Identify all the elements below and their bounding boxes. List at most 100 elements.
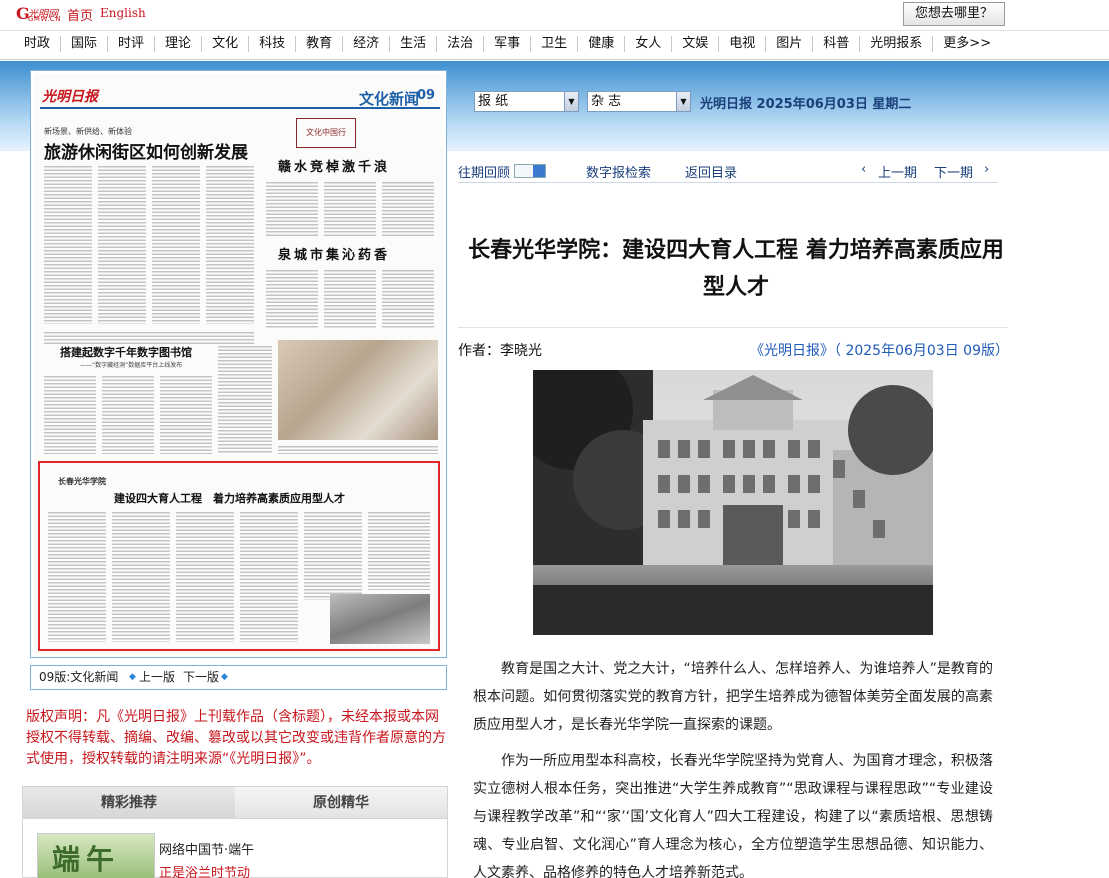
article-photo	[533, 370, 933, 635]
edition-pager: 09版:文化新闻 ◆ 上一版 下一版 ◆	[30, 665, 447, 690]
paper-seal: 文化中国行	[296, 118, 356, 148]
prev-edition-link[interactable]: 上一版	[139, 666, 175, 689]
paper-page-number: 09	[417, 88, 436, 103]
paper-headline-2: 赣水竞棹激千浪	[278, 160, 391, 175]
nav-item[interactable]: 科普	[813, 36, 861, 52]
magazine-select[interactable]: 杂 志 ▼	[587, 91, 691, 112]
paper-text-column	[324, 180, 376, 238]
archive-link[interactable]: 往期回顾	[458, 162, 510, 181]
nav-list: 时政 国际 时评 理论 文化 科技 教育 经济 生活 法治 军事 卫生 健康 女人 文娱 电视 图片 科普 光明报系…	[14, 36, 1001, 52]
next-issue-arrow-icon: ›	[984, 162, 990, 177]
article-source-link[interactable]: 《光明日报》（ 2025年06月03日 09版）	[750, 340, 1009, 360]
paper-caption	[278, 444, 438, 454]
newspaper-page[interactable]: 光明日报 文化新闻 09 新场景、新供给、新体验 旅游休闲街区如何创新发展 文化…	[34, 74, 443, 654]
logo-subtext: GMW.CN	[28, 15, 61, 23]
nav-item[interactable]: 文化	[202, 36, 250, 52]
nav-item[interactable]: 光明报系	[860, 36, 934, 52]
box-photo	[330, 594, 430, 644]
paper-text-column	[240, 510, 298, 642]
prev-issue-link[interactable]: 上一期	[878, 162, 917, 181]
paper-text-column	[382, 268, 434, 328]
paper-text-column	[112, 510, 170, 642]
next-edition-link[interactable]: 下一版	[183, 666, 219, 689]
paper-text-column	[324, 268, 376, 328]
paper-select-value: 报 纸	[478, 94, 509, 109]
recommend-item-subtitle[interactable]: 正是浴兰时节动	[159, 862, 250, 878]
paper-text-column	[382, 180, 434, 238]
paper-text-column	[152, 164, 200, 324]
nav-item[interactable]: 法治	[437, 36, 485, 52]
recommend-item-title[interactable]: 网络中国节·端午	[159, 839, 254, 858]
digital-search-link[interactable]: 数字报检索	[586, 162, 651, 181]
tab-original[interactable]: 原创精华	[235, 787, 447, 819]
paper-rule	[40, 107, 440, 109]
article-paragraph: 作为一所应用型本科高校，长春光华学院坚持为党育人、为国育才理念，积极落实立德树人…	[473, 753, 993, 878]
copyright-notice: 版权声明：凡《光明日报》上刊载作品（含标题），未经本报或本网授权不得转载、摘编、…	[26, 709, 446, 767]
archive-date-picker[interactable]	[514, 164, 546, 178]
nav-item[interactable]: 更多>>	[933, 36, 1001, 52]
prev-edition-icon: ◆	[129, 672, 136, 682]
paper-headline-1: 旅游休闲街区如何创新发展	[44, 143, 248, 163]
campus-building-photo	[533, 370, 933, 635]
paper-text-column	[266, 180, 318, 238]
box-headline: 建设四大育人工程 着力培养高素质应用型人才	[114, 492, 345, 505]
tab-featured[interactable]: 精彩推荐	[23, 787, 235, 819]
paper-text-column	[160, 374, 212, 454]
home-link[interactable]: 首页	[67, 5, 93, 24]
chevron-down-icon: ▼	[564, 92, 578, 111]
nav-item[interactable]: 科技	[249, 36, 297, 52]
english-link[interactable]: English	[100, 6, 146, 20]
nav-item[interactable]: 理论	[155, 36, 203, 52]
thumbnail-text: 端午	[52, 843, 121, 876]
paper-text-column	[44, 330, 254, 344]
paper-text-column	[304, 510, 362, 600]
next-edition-icon: ◆	[221, 672, 228, 682]
paper-text-column	[368, 510, 430, 590]
main-nav: 时政 国际 时评 理论 文化 科技 教育 经济 生活 法治 军事 卫生 健康 女人 文娱 电视 图片 科普 光明报系…	[0, 30, 1109, 60]
paper-text-column	[176, 510, 234, 642]
title-divider	[458, 327, 1008, 328]
paper-text-column	[266, 268, 318, 328]
back-to-index-link[interactable]: 返回目录	[685, 162, 737, 181]
issue-date: 光明日报 2025年06月03日 星期二	[700, 97, 912, 112]
nav-item[interactable]: 时评	[108, 36, 156, 52]
nav-item[interactable]: 时政	[14, 36, 62, 52]
nav-item[interactable]: 文娱	[672, 36, 720, 52]
article-paragraph: 教育是国之大计、党之大计，“培养什么人、怎样培养人、为谁培养人”是教育的根本问题…	[473, 661, 993, 733]
paper-text-column	[98, 164, 146, 324]
chevron-down-icon: ▼	[676, 92, 690, 111]
paper-text-column	[102, 374, 154, 454]
site-logo[interactable]: G 光明网 GMW.CN	[16, 4, 60, 24]
paper-select[interactable]: 报 纸 ▼	[474, 91, 579, 112]
nav-item[interactable]: 经济	[343, 36, 391, 52]
goto-button[interactable]: 您想去哪里？	[903, 2, 1005, 26]
article-body: 教育是国之大计、党之大计，“培养什么人、怎样培养人、为谁培养人”是教育的根本问题…	[473, 655, 993, 878]
newspaper-page-frame: 光明日报 文化新闻 09 新场景、新供给、新体验 旅游休闲街区如何创新发展 文化…	[30, 70, 447, 658]
edition-label: 09版:文化新闻	[39, 670, 119, 684]
magazine-select-value: 杂 志	[591, 94, 622, 109]
article-author: 作者：李晓光	[458, 343, 542, 359]
paper-text-column	[48, 510, 106, 642]
paper-text-column	[206, 164, 254, 324]
nav-item[interactable]: 女人	[625, 36, 673, 52]
nav-item[interactable]: 国际	[61, 36, 109, 52]
next-issue-link[interactable]: 下一期	[934, 162, 973, 181]
paper-text-column	[44, 374, 96, 454]
tools-divider	[458, 182, 998, 183]
paper-masthead: 光明日报	[42, 89, 98, 105]
paper-section: 文化新闻	[359, 90, 420, 108]
nav-item[interactable]: 军事	[484, 36, 532, 52]
nav-item[interactable]: 健康	[578, 36, 626, 52]
recommend-panel: 精彩推荐 原创精华 端午 网络中国节·端午 正是浴兰时节动	[22, 786, 448, 878]
paper-subhead-4: ——“数字藏经洞”数据库平台上线发布	[80, 362, 183, 369]
nav-item[interactable]: 图片	[766, 36, 814, 52]
article-title: 长春光华学院：建设四大育人工程 着力培养高素质应用型人才	[468, 238, 1004, 300]
prev-issue-arrow-icon: ‹	[861, 162, 867, 177]
nav-item[interactable]: 卫生	[531, 36, 579, 52]
box-kicker: 长春光华学院	[58, 477, 106, 486]
recommend-thumbnail[interactable]: 端午	[37, 833, 155, 878]
paper-text-column	[218, 344, 272, 454]
nav-item[interactable]: 生活	[390, 36, 438, 52]
nav-item[interactable]: 电视	[719, 36, 767, 52]
nav-item[interactable]: 教育	[296, 36, 344, 52]
